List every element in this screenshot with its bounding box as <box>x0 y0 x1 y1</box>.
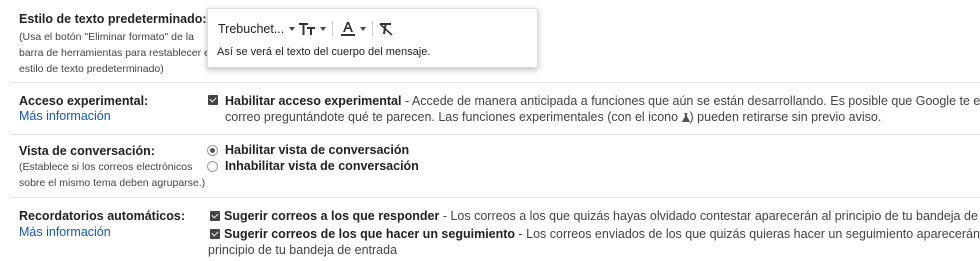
font-size-dropdown[interactable] <box>299 19 326 39</box>
chevron-down-icon <box>360 27 366 31</box>
toolbar-divider <box>372 21 373 37</box>
experimental-more-info-link[interactable]: Más información <box>19 109 111 123</box>
font-family-dropdown[interactable]: Trebuchet... <box>218 19 296 39</box>
text-style-desc-3: estilo de texto predeterminado) <box>19 63 164 75</box>
chevron-down-icon <box>289 27 296 31</box>
remove-formatting-icon <box>379 22 393 36</box>
text-style-editor[interactable]: Trebuchet... Así se verá el texto del cu… <box>207 8 538 68</box>
experimental-checkbox[interactable] <box>208 95 218 105</box>
conversation-disable-label: Inhabilitar vista de conversación <box>225 159 419 173</box>
experimental-line2-end: ) pueden retirarse sin previo aviso. <box>689 110 882 124</box>
text-color-icon <box>341 22 355 36</box>
text-style-preview: Así se verá el texto del cuerpo del mens… <box>217 46 431 58</box>
nudges-followup-option: Sugerir correos de los que hacer un segu… <box>224 227 980 241</box>
toolbar-divider <box>332 21 333 37</box>
text-style-desc-1: (Usa el botón "Eliminar formato" de la <box>19 31 194 43</box>
nudges-followup-desc-line2: principio de tu bandeja de entrada <box>208 243 398 257</box>
conversation-enable-radio[interactable] <box>207 145 218 156</box>
conversation-desc-2: sobre el mismo tema deben agruparse.) <box>19 177 206 189</box>
nudges-more-info-link[interactable]: Más información <box>19 225 111 239</box>
experimental-option-label: Habilitar acceso experimental <box>225 94 402 108</box>
section-divider <box>10 82 980 83</box>
experimental-line2-start: correo preguntándote qué te parecen. Las… <box>225 110 682 124</box>
conversation-disable-text: Inhabilitar vista de conversación <box>225 159 419 173</box>
nudges-reply-option: Sugerir correos a los que responder - Lo… <box>224 209 980 223</box>
flask-icon <box>681 113 690 122</box>
conversation-title: Vista de conversación: <box>19 144 155 158</box>
text-color-dropdown[interactable] <box>341 19 366 39</box>
conversation-enable-text: Habilitar vista de conversación <box>225 143 410 157</box>
conversation-disable-radio[interactable] <box>207 161 218 172</box>
experimental-option: Habilitar acceso experimental - Accede d… <box>225 94 980 108</box>
conversation-enable-label: Habilitar vista de conversación <box>225 143 409 157</box>
conversation-desc-1: (Establece si los correos electrónicos <box>19 161 193 173</box>
chevron-down-icon <box>320 27 326 31</box>
remove-formatting-button[interactable] <box>379 19 393 39</box>
experimental-option-desc-line2: correo preguntándote qué te parecen. Las… <box>225 110 881 124</box>
font-family-value: Trebuchet... <box>218 22 285 36</box>
section-divider <box>10 197 980 198</box>
nudges-followup-label: Sugerir correos de los que hacer un segu… <box>224 227 516 241</box>
experimental-title: Acceso experimental: <box>19 94 149 108</box>
section-divider <box>10 134 980 135</box>
text-style-desc-2: barra de herramientas para restablecer e… <box>19 47 213 59</box>
nudges-reply-label: Sugerir correos a los que responder <box>224 209 440 223</box>
text-size-icon <box>299 23 315 35</box>
nudges-followup-checkbox[interactable] <box>210 229 220 239</box>
nudges-reply-desc: - Los correos a los que quizás hayas olv… <box>439 209 980 223</box>
nudges-followup-desc: - Los correos enviados de los que quizás… <box>515 227 980 241</box>
nudges-title: Recordatorios automáticos: <box>19 209 186 223</box>
text-style-title: Estilo de texto predeterminado: <box>19 12 207 26</box>
nudges-reply-checkbox[interactable] <box>210 211 220 221</box>
experimental-option-desc: - Accede de manera anticipada a funcione… <box>401 94 980 108</box>
